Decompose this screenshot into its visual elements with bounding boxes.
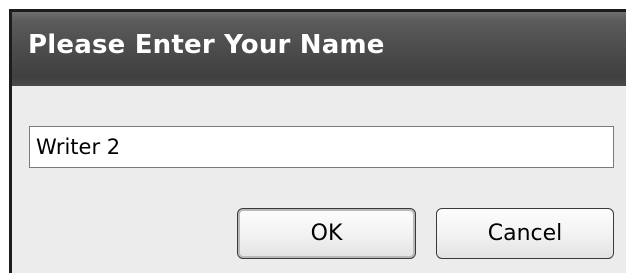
name-dialog: Please Enter Your Name OK Cancel (9, 9, 626, 273)
name-input[interactable] (29, 126, 614, 168)
ok-button[interactable]: OK (237, 208, 416, 259)
cancel-button[interactable]: Cancel (436, 208, 614, 259)
dialog-title: Please Enter Your Name (28, 30, 385, 60)
dialog-titlebar[interactable]: Please Enter Your Name (12, 12, 626, 86)
